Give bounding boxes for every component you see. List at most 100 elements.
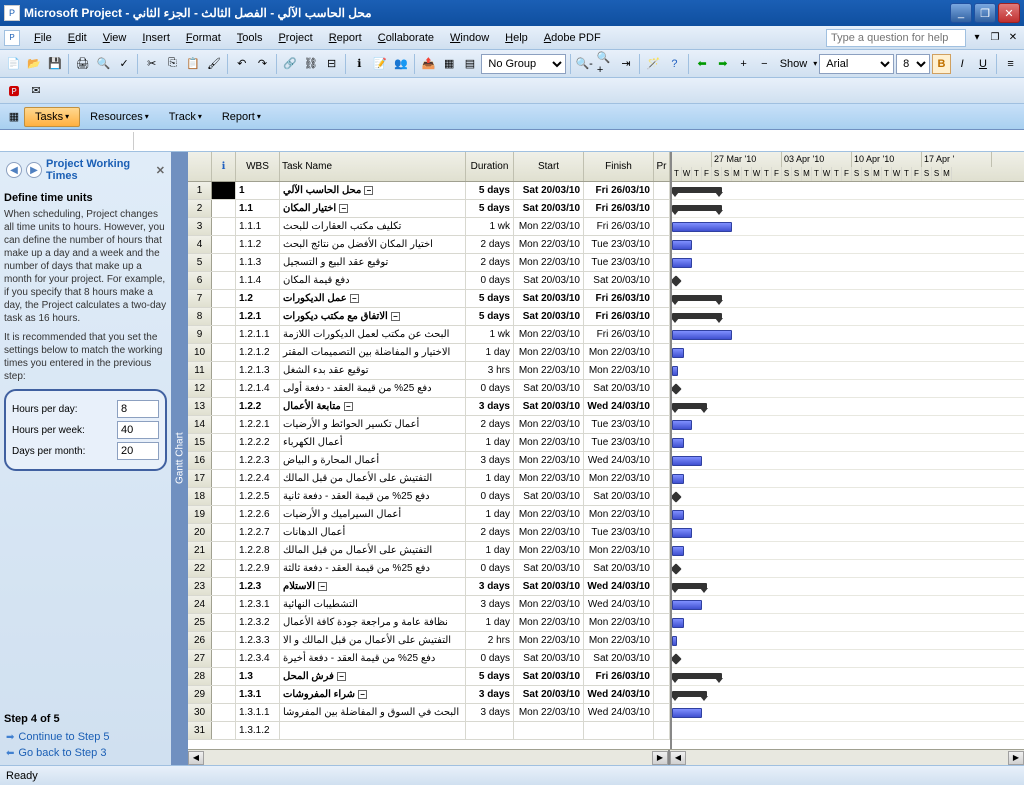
gantt-bar[interactable]: [672, 438, 684, 448]
gantt-hscroll-right-icon[interactable]: ▶: [1008, 751, 1024, 765]
gantt-bar[interactable]: [672, 330, 732, 340]
days-per-month-input[interactable]: [117, 442, 159, 460]
format-painter-icon[interactable]: 🖌: [205, 54, 224, 74]
gantt-bar[interactable]: [672, 205, 722, 211]
table-row[interactable]: 161.2.2.3أعمال المحارة و البياض3 daysMon…: [188, 452, 670, 470]
italic-button[interactable]: I: [953, 54, 972, 74]
gantt-bar[interactable]: [672, 474, 684, 484]
outline-toggle-icon[interactable]: −: [318, 582, 327, 591]
gantt-bar[interactable]: [672, 528, 692, 538]
continue-link[interactable]: ➡Continue to Step 5: [4, 729, 167, 745]
menu-project[interactable]: Project: [270, 30, 320, 46]
pdf-icon[interactable]: 🅿: [4, 81, 24, 101]
help-search-input[interactable]: [826, 29, 966, 47]
minimize-button[interactable]: _: [950, 3, 972, 23]
table-row[interactable]: 221.2.2.9دفع 25% من قيمة العقد - دفعة ثا…: [188, 560, 670, 578]
menu-insert[interactable]: Insert: [134, 30, 178, 46]
table-row[interactable]: 261.2.3.3التفتيش على الأعمال من قبل الما…: [188, 632, 670, 650]
table-row[interactable]: 81.2.1−الاتفاق مع مكتب ديكورات5 daysSat …: [188, 308, 670, 326]
show-sub-icon[interactable]: +: [734, 54, 753, 74]
outline-toggle-icon[interactable]: −: [339, 204, 348, 213]
table-row[interactable]: 131.2.2−متابعة الأعمال3 daysSat 20/03/10…: [188, 398, 670, 416]
gantt-bar[interactable]: [672, 546, 684, 556]
project-icon[interactable]: P: [4, 30, 20, 46]
hide-sub-icon[interactable]: −: [755, 54, 774, 74]
table-row[interactable]: 91.2.1.1البحث عن مكتب لعمل الديكورات الل…: [188, 326, 670, 344]
table-row[interactable]: 281.3−فرش المحل5 daysSat 20/03/10Fri 26/…: [188, 668, 670, 686]
table-row[interactable]: 181.2.2.5دفع 25% من قيمة العقد - دفعة ثا…: [188, 488, 670, 506]
hscroll-right-icon[interactable]: ▶: [652, 751, 668, 765]
close-button[interactable]: ✕: [998, 3, 1020, 23]
open-icon[interactable]: 📂: [25, 54, 44, 74]
table-row[interactable]: 201.2.2.7أعمال الدهانات2 daysMon 22/03/1…: [188, 524, 670, 542]
gantt-bar[interactable]: [672, 653, 682, 664]
menu-edit[interactable]: Edit: [60, 30, 95, 46]
table-row[interactable]: 51.1.3توقيع عقد البيع و التسجيل2 daysMon…: [188, 254, 670, 272]
gantt-bar[interactable]: [672, 240, 692, 250]
save-icon[interactable]: 💾: [46, 54, 65, 74]
pdf-mail-icon[interactable]: ✉: [26, 81, 46, 101]
table-row[interactable]: 121.2.1.4دفع 25% من قيمة العقد - دفعة أو…: [188, 380, 670, 398]
guide-toggle-icon[interactable]: ▦: [4, 107, 24, 127]
gantt-bar[interactable]: [672, 583, 707, 589]
col-info[interactable]: ℹ: [212, 152, 236, 181]
group-select[interactable]: No Group: [481, 54, 565, 74]
hours-per-day-input[interactable]: [117, 400, 159, 418]
panel-back-icon[interactable]: ◀: [6, 162, 22, 178]
unlink-icon[interactable]: ⛓: [302, 54, 321, 74]
col-rownum[interactable]: [188, 152, 212, 181]
help-dropdown-icon[interactable]: ▾: [970, 31, 984, 45]
table-row[interactable]: 11−محل الحاسب الآلي5 daysSat 20/03/10Fri…: [188, 182, 670, 200]
size-select[interactable]: 8: [896, 54, 930, 74]
outline-toggle-icon[interactable]: −: [358, 690, 367, 699]
zoom-out-icon[interactable]: 🔍-: [574, 54, 593, 74]
back-link[interactable]: ⬅Go back to Step 3: [4, 745, 167, 761]
underline-button[interactable]: U: [974, 54, 993, 74]
col-pred[interactable]: Pr: [654, 152, 670, 181]
goto-icon[interactable]: ⇥: [617, 54, 636, 74]
gantt-bar[interactable]: [672, 420, 692, 430]
gantt-hscroll-left-icon[interactable]: ◀: [670, 751, 686, 765]
ungroup-icon[interactable]: ▤: [461, 54, 480, 74]
cut-icon[interactable]: ✂: [142, 54, 161, 74]
table-row[interactable]: 291.3.1−شراء المفروشات3 daysSat 20/03/10…: [188, 686, 670, 704]
table-row[interactable]: 61.1.4دفع قيمة المكان0 daysSat 20/03/10S…: [188, 272, 670, 290]
table-row[interactable]: 141.2.2.1أعمال تكسير الحوائط و الأرضيات2…: [188, 416, 670, 434]
gantt-bar[interactable]: [672, 691, 707, 697]
zoom-in-icon[interactable]: 🔍+: [596, 54, 615, 74]
paste-icon[interactable]: 📋: [184, 54, 203, 74]
notes-icon[interactable]: 📝: [371, 54, 390, 74]
close-child-button[interactable]: ✕: [1006, 31, 1020, 45]
gantt-bar[interactable]: [672, 383, 682, 394]
outline-toggle-icon[interactable]: −: [364, 186, 373, 195]
show-label[interactable]: Show: [776, 58, 812, 70]
col-duration[interactable]: Duration: [466, 152, 514, 181]
menu-adobe-pdf[interactable]: Adobe PDF: [536, 30, 609, 46]
outline-toggle-icon[interactable]: −: [391, 312, 400, 321]
info-icon[interactable]: ℹ: [350, 54, 369, 74]
table-row[interactable]: 71.2−عمل الديكورات5 daysSat 20/03/10Fri …: [188, 290, 670, 308]
assign-icon[interactable]: 👥: [391, 54, 410, 74]
tab-tasks[interactable]: Tasks ▾: [24, 107, 80, 127]
gantt-bar[interactable]: [672, 563, 682, 574]
outline-toggle-icon[interactable]: −: [337, 672, 346, 681]
table-row[interactable]: 231.2.3−الاستلام3 daysSat 20/03/10Wed 24…: [188, 578, 670, 596]
undo-icon[interactable]: ↶: [232, 54, 251, 74]
split-icon[interactable]: ⊟: [322, 54, 341, 74]
table-row[interactable]: 211.2.2.8التفتيش على الأعمال من قبل الما…: [188, 542, 670, 560]
gantt-bar[interactable]: [672, 708, 702, 718]
new-icon[interactable]: 📄: [4, 54, 23, 74]
outline-toggle-icon[interactable]: −: [350, 294, 359, 303]
gantt-bar[interactable]: [672, 366, 678, 376]
col-name[interactable]: Task Name: [280, 152, 466, 181]
hours-per-week-input[interactable]: [117, 421, 159, 439]
table-row[interactable]: 241.2.3.1التشطيبات النهائية3 daysMon 22/…: [188, 596, 670, 614]
table-row[interactable]: 191.2.2.6أعمال السيراميك و الأرضيات1 day…: [188, 506, 670, 524]
gantt-bar[interactable]: [672, 222, 732, 232]
gantt-bar[interactable]: [672, 187, 722, 193]
print-icon[interactable]: 🖨: [73, 54, 92, 74]
gantt-bar[interactable]: [672, 348, 684, 358]
formula-bar[interactable]: [0, 130, 1024, 152]
link-icon[interactable]: 🔗: [281, 54, 300, 74]
font-select[interactable]: Arial: [819, 54, 894, 74]
